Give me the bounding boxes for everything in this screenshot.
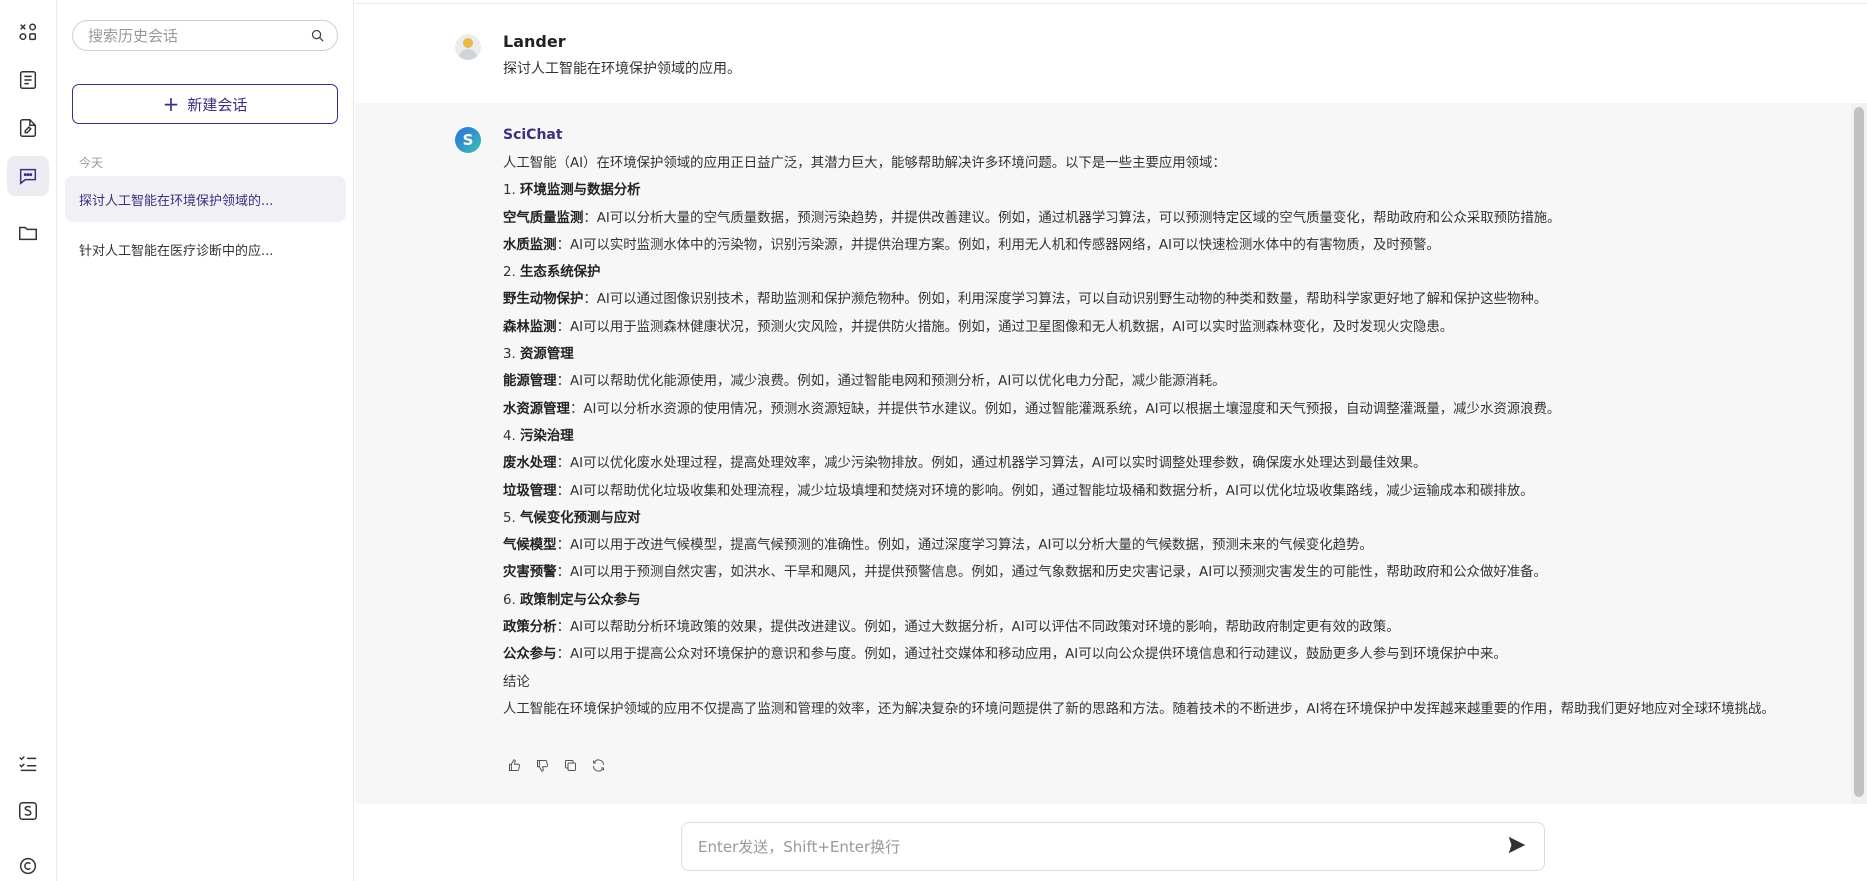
folder-icon[interactable] [7, 213, 49, 253]
copyright-icon[interactable] [7, 846, 49, 881]
section-item: 政策分析：AI可以帮助分析环境政策的效果，提供改进建议。例如，通过大数据分析，A… [503, 614, 1813, 641]
user-avatar [455, 34, 481, 60]
section-title: 生态系统保护 [520, 265, 601, 281]
section-number: 6. [503, 592, 521, 608]
section-number: 4. [503, 428, 521, 444]
section-title: 环境监测与数据分析 [520, 183, 641, 199]
regenerate-icon[interactable] [591, 758, 607, 774]
scichat-logo-icon[interactable] [7, 791, 49, 831]
section-number: 1. [503, 183, 521, 199]
item-text: ：AI可以用于预测自然灾害，如洪水、干旱和飓风，并提供预警信息。例如，通过气象数… [556, 565, 1547, 581]
section-heading: 6. 政策制定与公众参与 [503, 587, 1813, 614]
section-number: 5. [503, 510, 521, 526]
conclusion-text: 人工智能在环境保护领域的应用不仅提高了监测和管理的效率，还为解决复杂的环境问题提… [503, 701, 1775, 717]
message-composer[interactable] [681, 822, 1545, 871]
section-heading: 3. 资源管理 [503, 341, 1813, 368]
section-item: 野生动物保护：AI可以通过图像识别技术，帮助监测和保护濒危物种。例如，利用深度学… [503, 286, 1813, 313]
new-chat-label: 新建会话 [187, 95, 248, 114]
item-term: 能源管理 [503, 374, 557, 390]
section-item: 公众参与：AI可以用于提高公众对环境保护的意识和参与度。例如，通过社交媒体和移动… [503, 641, 1813, 668]
section-item: 空气质量监测：AI可以分析大量的空气质量数据，预测污染趋势，并提供改善建议。例如… [503, 205, 1813, 232]
section-heading: 4. 污染治理 [503, 423, 1813, 450]
message-actions [507, 758, 607, 774]
assistant-message: S SciChat 人工智能（AI）在环境保护领域的应用正日益广泛，其潜力巨大，… [355, 103, 1851, 804]
history-panel: + 新建会话 今天 探讨人工智能在环境保护领域的... 针对人工智能在医疗诊断中… [57, 0, 354, 881]
search-icon[interactable] [310, 28, 325, 43]
chat-icon[interactable] [7, 156, 49, 196]
user-message: Lander 探讨人工智能在环境保护领域的应用。 [355, 4, 1867, 103]
item-text: ：AI可以帮助优化能源使用，减少浪费。例如，通过智能电网和预测分析，AI可以优化… [556, 374, 1226, 390]
section-title: 污染治理 [520, 428, 574, 444]
item-term: 水资源管理 [503, 401, 570, 417]
item-term: 废水处理 [503, 456, 557, 472]
checklist-icon[interactable] [7, 743, 49, 783]
chat-main: Lander 探讨人工智能在环境保护领域的应用。 S SciChat 人工智能（… [355, 0, 1867, 881]
section-item: 垃圾管理：AI可以帮助优化垃圾收集和处理流程，减少垃圾填埋和焚烧对环境的影响。例… [503, 478, 1813, 505]
item-text: ：AI可以优化废水处理过程，提高处理效率，减少污染物排放。例如，通过机器学习算法… [556, 456, 1427, 472]
item-text: ：AI可以用于改进气候模型，提高气候预测的准确性。例如，通过深度学习算法，AI可… [556, 538, 1373, 554]
item-term: 森林监测 [503, 319, 557, 335]
section-item: 废水处理：AI可以优化废水处理过程，提高处理效率，减少污染物排放。例如，通过机器… [503, 450, 1813, 477]
item-term: 灾害预警 [503, 565, 557, 581]
section-item: 气候模型：AI可以用于改进气候模型，提高气候预测的准确性。例如，通过深度学习算法… [503, 532, 1813, 559]
item-term: 垃圾管理 [503, 483, 557, 499]
section-item: 森林监测：AI可以用于监测森林健康状况，预测火灾风险，并提供防火措施。例如，通过… [503, 314, 1813, 341]
item-text: ：AI可以帮助优化垃圾收集和处理流程，减少垃圾填埋和焚烧对环境的影响。例如，通过… [556, 483, 1534, 499]
item-term: 水质监测 [503, 237, 557, 253]
assistant-name: SciChat [503, 127, 563, 143]
item-text: ：AI可以通过图像识别技术，帮助监测和保护濒危物种。例如，利用深度学习算法，可以… [583, 292, 1548, 308]
section-heading: 5. 气候变化预测与应对 [503, 505, 1813, 532]
answer-intro: 人工智能（AI）在环境保护领域的应用正日益广泛，其潜力巨大，能够帮助解决许多环境… [503, 156, 1226, 171]
item-term: 野生动物保护 [503, 292, 584, 308]
document-list-icon[interactable] [7, 60, 49, 100]
document-edit-icon[interactable] [7, 108, 49, 148]
copy-icon[interactable] [563, 758, 579, 774]
section-item: 灾害预警：AI可以用于预测自然灾害，如洪水、干旱和飓风，并提供预警信息。例如，通… [503, 559, 1813, 586]
item-term: 气候模型 [503, 538, 557, 554]
thumbs-up-icon[interactable] [507, 758, 523, 774]
send-icon[interactable] [1506, 834, 1528, 860]
section-title: 资源管理 [520, 347, 574, 363]
section-item: 能源管理：AI可以帮助优化能源使用，减少浪费。例如，通过智能电网和预测分析，AI… [503, 368, 1813, 395]
new-chat-button[interactable]: + 新建会话 [72, 84, 338, 124]
section-label-today: 今天 [79, 156, 104, 170]
message-input[interactable] [698, 837, 1506, 856]
history-item[interactable]: 探讨人工智能在环境保护领域的... [65, 176, 346, 222]
item-text: ：AI可以实时监测水体中的污染物，识别污染源，并提供治理方案。例如，利用无人机和… [556, 237, 1440, 253]
scichat-avatar-icon: S [455, 127, 481, 153]
section-number: 2. [503, 265, 521, 281]
item-text: ：AI可以用于监测森林健康状况，预测火灾风险，并提供防火措施。例如，通过卫星图像… [556, 319, 1454, 335]
user-message-text: 探讨人工智能在环境保护领域的应用。 [503, 61, 741, 77]
history-item[interactable]: 针对人工智能在医疗诊断中的应... [65, 226, 346, 272]
user-name: Lander [503, 32, 566, 51]
item-term: 政策分析 [503, 620, 557, 636]
section-number: 3. [503, 347, 521, 363]
assistant-message-text: 人工智能（AI）在环境保护领域的应用正日益广泛，其潜力巨大，能够帮助解决许多环境… [503, 150, 1813, 723]
conclusion-title: 结论 [503, 674, 530, 690]
section-title: 政策制定与公众参与 [520, 592, 641, 608]
thumbs-down-icon[interactable] [535, 758, 551, 774]
section-item: 水资源管理：AI可以分析水资源的使用情况，预测水资源短缺，并提供节水建议。例如，… [503, 396, 1813, 423]
item-term: 公众参与 [503, 647, 557, 663]
scrollbar[interactable] [1851, 103, 1867, 804]
plus-icon: + [162, 92, 180, 116]
item-term: 空气质量监测 [503, 210, 584, 226]
history-search[interactable] [72, 20, 338, 51]
apps-icon[interactable] [7, 12, 49, 52]
item-text: ：AI可以帮助分析环境政策的效果，提供改进建议。例如，通过大数据分析，AI可以评… [556, 620, 1400, 636]
search-input[interactable] [88, 26, 310, 45]
section-heading: 1. 环境监测与数据分析 [503, 177, 1813, 204]
section-title: 气候变化预测与应对 [520, 510, 641, 526]
section-heading: 2. 生态系统保护 [503, 259, 1813, 286]
item-text: ：AI可以用于提高公众对环境保护的意识和参与度。例如，通过社交媒体和移动应用，A… [556, 647, 1507, 663]
item-text: ：AI可以分析大量的空气质量数据，预测污染趋势，并提供改善建议。例如，通过机器学… [583, 210, 1561, 226]
icon-rail [0, 0, 57, 881]
item-text: ：AI可以分析水资源的使用情况，预测水资源短缺，并提供节水建议。例如，通过智能灌… [569, 401, 1561, 417]
section-item: 水质监测：AI可以实时监测水体中的污染物，识别污染源，并提供治理方案。例如，利用… [503, 232, 1813, 259]
scrollbar-thumb[interactable] [1854, 107, 1864, 797]
